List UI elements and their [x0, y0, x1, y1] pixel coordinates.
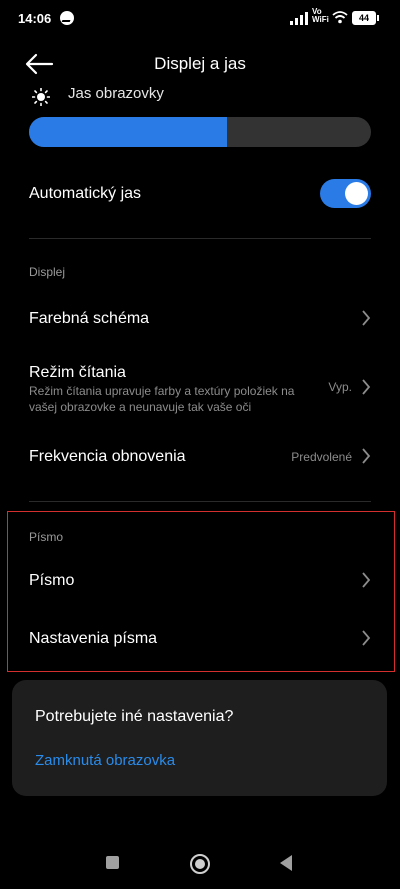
row-description-line-2: vašej obrazovke a neunavuje tak vaše oči — [29, 400, 252, 414]
status-time: 14:06 — [18, 11, 52, 26]
chevron-right-icon — [362, 630, 371, 646]
section-title-display: Displej — [29, 265, 66, 279]
recents-button[interactable] — [106, 856, 119, 869]
brightness-label: Jas obrazovky — [68, 85, 164, 102]
auto-brightness-label: Automatický jas — [29, 185, 142, 202]
auto-brightness-toggle[interactable] — [320, 179, 371, 208]
suggestion-card: Potrebujete iné nastavenia? Zamknutá obr… — [12, 680, 387, 796]
row-font[interactable]: Písmo — [8, 558, 392, 604]
row-font-settings[interactable]: Nastavenia písma — [8, 616, 392, 662]
row-color-scheme[interactable]: Farebná schéma — [0, 296, 400, 342]
brightness-slider[interactable] — [29, 117, 371, 147]
row-label: Písmo — [29, 572, 75, 589]
row-label: Frekvencia obnovenia — [29, 448, 186, 465]
chevron-right-icon — [362, 448, 371, 464]
chevron-right-icon — [362, 310, 371, 326]
card-question: Potrebujete iné nastavenia? — [35, 708, 234, 725]
divider — [29, 238, 371, 239]
home-button[interactable] — [190, 854, 210, 874]
row-reading-mode[interactable]: Režim čítania Režim čítania upravuje far… — [0, 356, 400, 418]
signal-icon — [290, 11, 310, 25]
page-title: Displej a jas — [154, 54, 246, 73]
row-value: Predvolené — [291, 450, 352, 464]
brightness-slider-fill — [29, 117, 228, 147]
chevron-right-icon — [362, 379, 371, 395]
sun-icon — [32, 88, 50, 106]
wifi-icon — [332, 11, 348, 24]
toggle-knob — [345, 182, 368, 205]
row-description-line-1: Režim čítania upravuje farby a textúry p… — [29, 384, 295, 398]
nav-back-button[interactable] — [280, 855, 292, 871]
row-description: Režim čítania upravuje farby a textúry p… — [29, 383, 319, 415]
section-title-font: Písmo — [29, 530, 64, 544]
battery-icon: 44 — [352, 11, 379, 25]
vowifi-indicator: Vo WiFi — [312, 8, 329, 24]
vowifi-wifi: WiFi — [312, 15, 329, 24]
row-label: Farebná schéma — [29, 310, 150, 327]
row-label: Režim čítania — [29, 364, 126, 381]
chevron-right-icon — [362, 572, 371, 588]
messenger-icon — [60, 11, 74, 25]
row-refresh-rate[interactable]: Frekvencia obnovenia Predvolené — [0, 434, 400, 480]
row-value: Vyp. — [328, 380, 352, 394]
lock-screen-link[interactable]: Zamknutá obrazovka — [35, 752, 175, 769]
divider — [29, 501, 371, 502]
row-label: Nastavenia písma — [29, 630, 158, 647]
